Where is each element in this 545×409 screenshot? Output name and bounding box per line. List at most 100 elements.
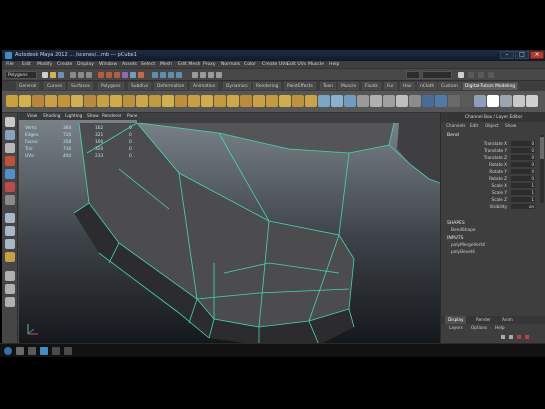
attr-value[interactable]: 0 [511,162,535,167]
move-layer-up-icon[interactable] [501,335,505,339]
menu-set-select[interactable]: Polygons [5,71,37,79]
taskbar-maya-icon[interactable] [40,347,48,355]
shelf-tab-fur[interactable]: Fur [384,82,397,90]
shelf-tool-icon[interactable] [318,95,330,107]
attr-value[interactable]: 0 [511,141,535,146]
maximize-button[interactable]: □ [515,51,529,59]
shelf-tool-icon[interactable] [370,95,382,107]
attr-value[interactable]: 1 [511,183,535,188]
history-icon[interactable] [192,72,198,78]
menu-edit[interactable]: Edit [22,62,31,67]
taskbar-app-icon[interactable] [16,347,24,355]
cb-menu-object[interactable]: Object [485,123,499,128]
paint-select-tool-icon[interactable] [5,143,15,153]
shelf-tool-icon[interactable] [448,95,460,107]
shelf-tool-icon[interactable] [344,95,356,107]
layer-menu-options[interactable]: Options [471,325,487,330]
open-scene-icon[interactable] [50,72,56,78]
shelf-tool-icon[interactable] [149,95,161,107]
last-tool-icon[interactable] [5,195,15,205]
shelf-tool-icon[interactable] [435,95,447,107]
persp-outliner-layout-icon[interactable] [5,239,15,249]
hypershade-layout-icon[interactable] [5,284,15,294]
attr-scale-z[interactable]: Scale Z 1 [447,197,539,203]
render-icon[interactable] [200,72,206,78]
shelf-tab-painteffects[interactable]: PaintEffects [284,82,316,90]
lasso-tool-icon[interactable] [5,130,15,140]
shelf-tool-icon[interactable] [292,95,304,107]
menu-create-uvs[interactable]: Create UVs [262,62,288,67]
shelf-tab-custom[interactable]: Custom [438,82,461,90]
channel-box-scrollbar[interactable] [540,135,544,203]
input-node[interactable]: polyMergeVert4 [451,243,485,248]
shelf-tab-surfaces[interactable]: Surfaces [68,82,94,90]
attr-translate-z[interactable]: Translate Z 0 [447,155,539,161]
taskbar-app-icon[interactable] [28,347,36,355]
shelf-tool-icon[interactable] [266,95,278,107]
minimize-button[interactable]: – [500,51,514,59]
modeling-toolkit-icon[interactable] [458,72,464,78]
shelf-tab-curves[interactable]: Curves [44,82,66,90]
shelf-tab-dynamics[interactable]: Dynamics [223,82,251,90]
close-button[interactable]: × [530,51,544,59]
ipr-render-icon[interactable] [208,72,214,78]
start-button-icon[interactable] [4,347,12,355]
mask-handle-icon[interactable] [130,72,136,78]
four-view-layout-icon[interactable] [5,226,15,236]
layer-tab-render[interactable]: Render [473,316,494,324]
attr-value[interactable]: on [511,204,535,209]
shelf-tool-icon[interactable] [396,95,408,107]
shelf-tab-ncloth[interactable]: nCloth [417,82,438,90]
shelf-tool-icon[interactable] [175,95,187,107]
mask-uv-icon[interactable] [122,72,128,78]
mask-vertex-icon[interactable] [98,72,104,78]
new-scene-icon[interactable] [42,72,48,78]
attr-value[interactable]: 0 [511,176,535,181]
shelf-tab-deformation[interactable]: Deformation [154,82,188,90]
cb-menu-show[interactable]: Show [505,123,516,128]
shelf-tool-icon[interactable] [58,95,70,107]
menu-file[interactable]: File [6,62,14,67]
input-line-mode-field[interactable] [406,71,420,79]
shelf-tool-icon[interactable] [487,95,499,107]
attr-translate-x[interactable]: Translate X 0 [447,141,539,147]
layer-tab-display[interactable]: Display [445,316,467,324]
shelf-tab-general[interactable]: General [16,82,40,90]
attr-rotate-x[interactable]: Rotate X 0 [447,162,539,168]
shelf-tool-icon[interactable] [188,95,200,107]
shelf-tool-icon[interactable] [32,95,44,107]
save-scene-icon[interactable] [58,72,64,78]
cb-menu-edit[interactable]: Edit [470,123,478,128]
new-layer-from-selection-icon[interactable] [525,335,529,339]
attr-visibility[interactable]: Visibility on [447,204,539,210]
shelf-tool-icon[interactable] [136,95,148,107]
shape-node[interactable]: BendShape [451,228,476,233]
scrollbar-thumb[interactable] [540,137,544,159]
attr-value[interactable]: 1 [511,197,535,202]
attr-value[interactable]: 1 [511,190,535,195]
shelf-tool-icon[interactable] [422,95,434,107]
snap-point-icon[interactable] [168,72,174,78]
graph-editor-layout-icon[interactable] [5,271,15,281]
menu-muscle[interactable]: Muscle [308,62,324,67]
menu-select[interactable]: Select [141,62,155,67]
toggle-channel-box-icon[interactable] [488,72,494,78]
selected-object-name[interactable]: Bend [447,133,459,138]
outliner-layout-icon[interactable] [5,252,15,262]
shelf-tab-subdivs[interactable]: Subdivs [128,82,152,90]
shelf-tab-muscle[interactable]: Muscle [338,82,360,90]
shelf-tab-fluids[interactable]: Fluids [362,82,381,90]
snap-surface-icon[interactable] [176,72,182,78]
menu-edit-uvs[interactable]: Edit UVs [287,62,306,67]
select-hierarchy-icon[interactable] [70,72,76,78]
input-line-field[interactable] [422,71,452,79]
shelf-tab-rendering[interactable]: Rendering [253,82,282,90]
attr-value[interactable]: 0 [511,169,535,174]
shelf-tab-polygons[interactable]: Polygons [98,82,124,90]
attr-scale-x[interactable]: Scale X 1 [447,183,539,189]
shelf-tool-icon[interactable] [19,95,31,107]
single-perspective-layout-icon[interactable] [5,213,15,223]
shelf-tool-icon[interactable] [500,95,512,107]
shelf-tab-toon[interactable]: Toon [320,82,337,90]
mask-edge-icon[interactable] [106,72,112,78]
